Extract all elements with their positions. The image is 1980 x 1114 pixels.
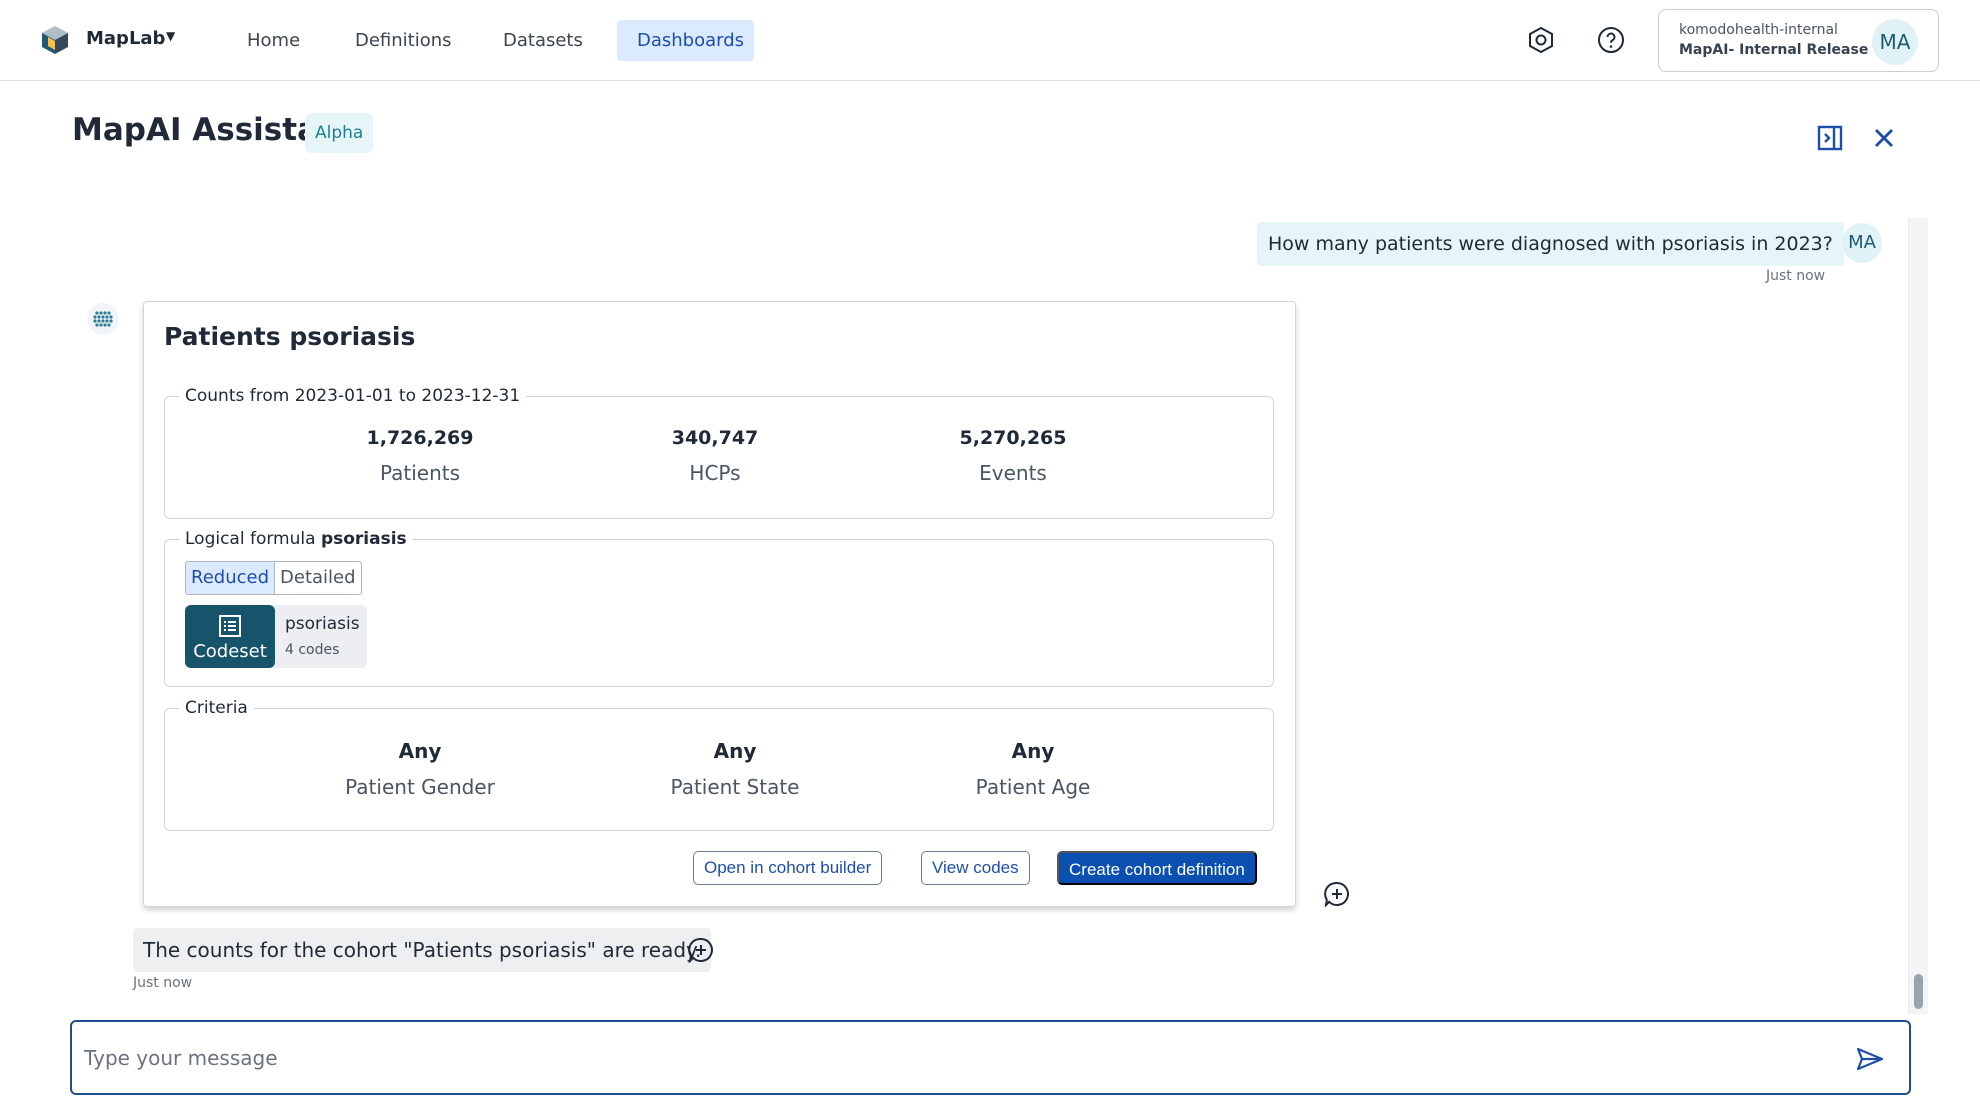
codeset-type: Codeset (185, 605, 275, 668)
formula-section: Logical formula psoriasis Reduced Detail… (164, 529, 1274, 687)
stat-value: 5,270,265 (959, 427, 1067, 449)
open-cohort-builder-button[interactable]: Open in cohort builder (693, 851, 883, 885)
help-circle-icon[interactable] (1597, 26, 1625, 54)
avatar: MA (1872, 19, 1918, 65)
stat-value: 1,726,269 (366, 427, 474, 449)
user-message: How many patients were diagnosed with ps… (1257, 222, 1844, 266)
view-codes-button[interactable]: View codes (921, 851, 1030, 885)
add-comment-icon[interactable] (1324, 881, 1350, 907)
message-timestamp: Just now (133, 975, 193, 991)
send-icon[interactable] (1855, 1044, 1885, 1074)
criterion-label: Patient Gender (345, 775, 495, 799)
bot-avatar-icon (87, 303, 119, 335)
criterion-state: Any Patient State (625, 739, 845, 799)
formula-view-toggle: Reduced Detailed (185, 561, 362, 595)
criterion-age: Any Patient Age (923, 739, 1143, 799)
counts-legend: Counts from 2023-01-01 to 2023-12-31 (179, 386, 527, 406)
criterion-label: Patient Age (975, 775, 1091, 799)
account-name: MapAI- Internal Release (1679, 42, 1869, 58)
nav-home[interactable]: Home (227, 20, 320, 61)
assistant-message: The counts for the cohort "Patients psor… (133, 928, 712, 972)
stat-hcps: 340,747 HCPs (605, 427, 825, 485)
app-name[interactable]: MapLab (86, 28, 165, 49)
account-org: komodohealth-internal (1679, 22, 1838, 38)
toggle-detailed[interactable]: Detailed (275, 562, 361, 594)
message-composer (70, 1020, 1911, 1095)
formula-legend-prefix: Logical formula (185, 529, 316, 549)
stat-label: Events (979, 461, 1047, 485)
formula-legend-name: psoriasis (320, 529, 407, 549)
app-switcher-caret-icon[interactable]: ▼ (166, 29, 175, 43)
chat-scrollbar[interactable] (1908, 218, 1928, 1014)
settings-hexagon-icon[interactable] (1527, 26, 1555, 54)
top-navigation: MapLab ▼ Home Definitions Datasets Dashb… (0, 0, 1980, 81)
codeset-type-label: Codeset (193, 641, 267, 662)
message-timestamp: Just now (1766, 268, 1826, 284)
status-badge: Alpha (305, 113, 374, 153)
criterion-value: Any (398, 739, 442, 763)
stat-patients: 1,726,269 Patients (310, 427, 530, 485)
toggle-reduced[interactable]: Reduced (186, 562, 276, 594)
criteria-section: Criteria Any Patient Gender Any Patient … (164, 698, 1274, 831)
stat-label: Patients (379, 461, 461, 485)
maplab-logo-icon[interactable] (40, 24, 70, 56)
criterion-label: Patient State (670, 775, 800, 799)
criterion-value: Any (713, 739, 757, 763)
nav-definitions[interactable]: Definitions (335, 20, 472, 61)
message-input[interactable] (84, 1040, 1844, 1076)
chat-scrollbar-thumb[interactable] (1914, 974, 1923, 1009)
criteria-legend: Criteria (179, 698, 254, 718)
counts-section: Counts from 2023-01-01 to 2023-12-31 1,7… (164, 386, 1274, 519)
close-icon[interactable] (1870, 124, 1898, 152)
add-comment-icon[interactable] (688, 937, 714, 963)
avatar: MA (1842, 223, 1882, 263)
dock-panel-icon[interactable] (1816, 124, 1844, 152)
criterion-gender: Any Patient Gender (310, 739, 530, 799)
stat-label: HCPs (689, 461, 741, 485)
stat-events: 5,270,265 Events (903, 427, 1123, 485)
formula-legend: Logical formula psoriasis (179, 529, 413, 549)
criterion-value: Any (1011, 739, 1055, 763)
nav-datasets[interactable]: Datasets (483, 20, 603, 61)
codeset-chip[interactable]: Codeset psoriasis 4 codes (185, 605, 367, 668)
cohort-title: Patients psoriasis (164, 322, 416, 351)
account-menu[interactable]: komodohealth-internal MapAI- Internal Re… (1658, 9, 1939, 72)
codeset-name: psoriasis (285, 614, 360, 634)
stat-value: 340,747 (671, 427, 759, 449)
create-cohort-definition-button[interactable]: Create cohort definition (1057, 851, 1257, 885)
list-icon (219, 615, 241, 637)
cohort-card: Patients psoriasis Counts from 2023-01-0… (143, 301, 1296, 907)
codeset-count: 4 codes (285, 642, 340, 658)
nav-dashboards[interactable]: Dashboards (617, 20, 754, 61)
